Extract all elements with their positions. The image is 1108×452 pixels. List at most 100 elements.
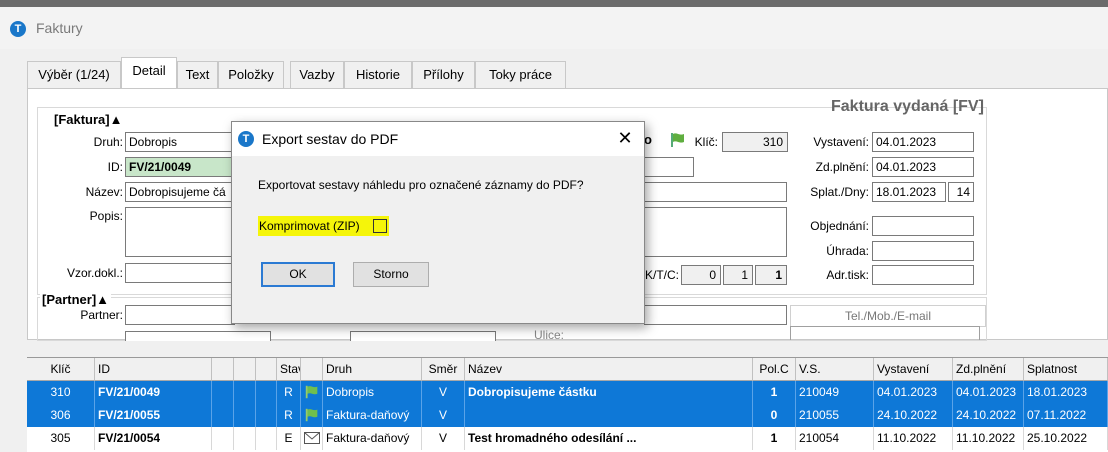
flag-icon xyxy=(669,132,687,148)
col-stav[interactable]: Stav xyxy=(277,358,301,381)
splatnost-field[interactable]: 18.01.2023 xyxy=(872,182,946,202)
splatnost-days-field[interactable]: 14 xyxy=(948,182,974,202)
col-icon[interactable] xyxy=(301,358,323,381)
col-klic[interactable]: Klíč xyxy=(27,358,95,381)
cell-druh: Faktura-daňový xyxy=(323,404,422,427)
cell-blank xyxy=(256,427,277,450)
cell-id: FV/21/0055 xyxy=(95,404,212,427)
partner-extra-field[interactable] xyxy=(644,305,787,325)
table-row[interactable]: 310 FV/21/0049 R Dobropis V Dobropisujem… xyxy=(27,381,1108,404)
cell-vs: 210049 xyxy=(796,381,874,404)
col-nazev[interactable]: Název xyxy=(465,358,753,381)
druh-label: Druh: xyxy=(93,135,123,149)
envelope-icon xyxy=(301,427,323,450)
vzor-dokl-field[interactable] xyxy=(125,263,235,283)
cell-zd-plneni: 24.10.2022 xyxy=(953,404,1024,427)
objednani-label: Objednání: xyxy=(810,219,869,233)
cell-vystaveni: 24.10.2022 xyxy=(874,404,953,427)
tab-polozky[interactable]: Položky xyxy=(218,61,284,88)
tab-text[interactable]: Text xyxy=(177,61,218,88)
cell-klic: 305 xyxy=(27,427,95,450)
document-type-title: Faktura vydaná [FV] xyxy=(831,98,984,115)
col-blank-3[interactable] xyxy=(256,358,277,381)
records-grid: Klíč ID Stav Druh Směr Název Pol.C V.S. … xyxy=(27,357,1108,452)
col-smer[interactable]: Směr xyxy=(422,358,465,381)
col-zd-plneni[interactable]: Zd.plnění xyxy=(953,358,1024,381)
adr-tisk-field[interactable] xyxy=(872,265,974,285)
vystaveni-label: Vystavení: xyxy=(813,135,869,149)
dialog-title-bar: T Export sestav do PDF ✕ xyxy=(232,122,644,156)
col-vs[interactable]: V.S. xyxy=(796,358,874,381)
partner-field[interactable] xyxy=(125,305,235,325)
cell-blank xyxy=(212,381,234,404)
zip-checkbox[interactable] xyxy=(373,219,387,233)
cell-smer: V xyxy=(422,381,465,404)
cell-druh: Faktura-daňový xyxy=(323,427,422,450)
ok-button[interactable]: OK xyxy=(261,262,335,287)
cell-zd-plneni: 04.01.2023 xyxy=(953,381,1024,404)
nazev-field-continued[interactable] xyxy=(644,182,787,202)
export-pdf-dialog: T Export sestav do PDF ✕ Exportovat sest… xyxy=(231,121,645,324)
zd-plneni-field[interactable]: 04.01.2023 xyxy=(872,157,974,177)
cancel-button[interactable]: Storno xyxy=(353,262,429,287)
id-extra-field[interactable] xyxy=(644,157,694,177)
cell-blank xyxy=(212,427,234,450)
col-druh[interactable]: Druh xyxy=(323,358,422,381)
cell-blank xyxy=(256,381,277,404)
col-blank-1[interactable] xyxy=(212,358,234,381)
cell-vystaveni: 11.10.2022 xyxy=(874,427,953,450)
cell-nazev: Dobropisujeme částku xyxy=(465,381,753,404)
section-faktura-heading[interactable]: [Faktura]▲ xyxy=(52,112,125,127)
cell-druh: Dobropis xyxy=(323,381,422,404)
dialog-app-icon: T xyxy=(238,131,254,147)
col-vystaveni[interactable]: Vystavení xyxy=(874,358,953,381)
ico-field[interactable] xyxy=(125,331,271,341)
adr-tisk-label: Adr.tisk: xyxy=(826,268,869,282)
ulice-label: Ulice: xyxy=(533,328,564,342)
section-partner-heading[interactable]: [Partner]▲ xyxy=(40,292,112,307)
table-row[interactable]: 305 FV/21/0054 E Faktura-daňový V Test h… xyxy=(27,427,1108,450)
id-field[interactable]: FV/21/0049 xyxy=(125,157,235,177)
tel-mob-email-field[interactable] xyxy=(790,326,980,340)
col-splatnost[interactable]: Splatnost xyxy=(1024,358,1108,381)
tab-toky-prace[interactable]: Toky práce xyxy=(475,61,566,88)
uhrada-label: Úhrada: xyxy=(826,244,869,258)
table-row[interactable]: 306 FV/21/0055 R Faktura-daňový V 0 2100… xyxy=(27,404,1108,427)
tel-mob-email-header: Tel./Mob./E-mail xyxy=(790,305,986,327)
tab-vazby[interactable]: Vazby xyxy=(290,61,344,88)
druh-extra-fragment: o xyxy=(644,132,652,147)
cell-polc: 1 xyxy=(753,381,796,404)
uhrada-field[interactable] xyxy=(872,241,974,261)
druh-field[interactable]: Dobropis xyxy=(125,132,235,152)
cell-vystaveni: 04.01.2023 xyxy=(874,381,953,404)
cell-id: FV/21/0049 xyxy=(95,381,212,404)
tab-detail[interactable]: Detail xyxy=(121,57,177,89)
zd-plneni-label: Zd.plnění: xyxy=(815,160,869,174)
zip-label: Komprimovat (ZIP) xyxy=(259,219,360,233)
kontakt-field[interactable] xyxy=(350,331,496,341)
nazev-field[interactable]: Dobropisujeme čá xyxy=(125,182,235,202)
col-blank-2[interactable] xyxy=(234,358,256,381)
dialog-title: Export sestav do PDF xyxy=(262,131,399,147)
cell-smer: V xyxy=(422,404,465,427)
cell-vs: 210054 xyxy=(796,427,874,450)
title-bar: T Faktury xyxy=(0,7,1108,49)
popis-textarea-continued[interactable] xyxy=(644,207,787,257)
cell-vs: 210055 xyxy=(796,404,874,427)
flag-icon xyxy=(301,381,323,404)
col-id[interactable]: ID xyxy=(95,358,212,381)
tab-vyber[interactable]: Výběr (1/24) xyxy=(27,61,121,88)
cell-stav: R xyxy=(277,381,301,404)
close-icon[interactable]: ✕ xyxy=(612,126,638,150)
vystaveni-field[interactable]: 04.01.2023 xyxy=(872,132,974,152)
col-polc[interactable]: Pol.C xyxy=(753,358,796,381)
popis-textarea[interactable] xyxy=(125,207,235,257)
window-top-border xyxy=(0,0,1108,7)
objednani-field[interactable] xyxy=(872,216,974,236)
cell-polc: 0 xyxy=(753,404,796,427)
tab-historie[interactable]: Historie xyxy=(344,61,412,88)
app-logo-icon: T xyxy=(10,21,26,37)
id-label: ID: xyxy=(107,160,123,174)
tab-prilohy[interactable]: Přílohy xyxy=(412,61,475,88)
cell-klic: 306 xyxy=(27,404,95,427)
